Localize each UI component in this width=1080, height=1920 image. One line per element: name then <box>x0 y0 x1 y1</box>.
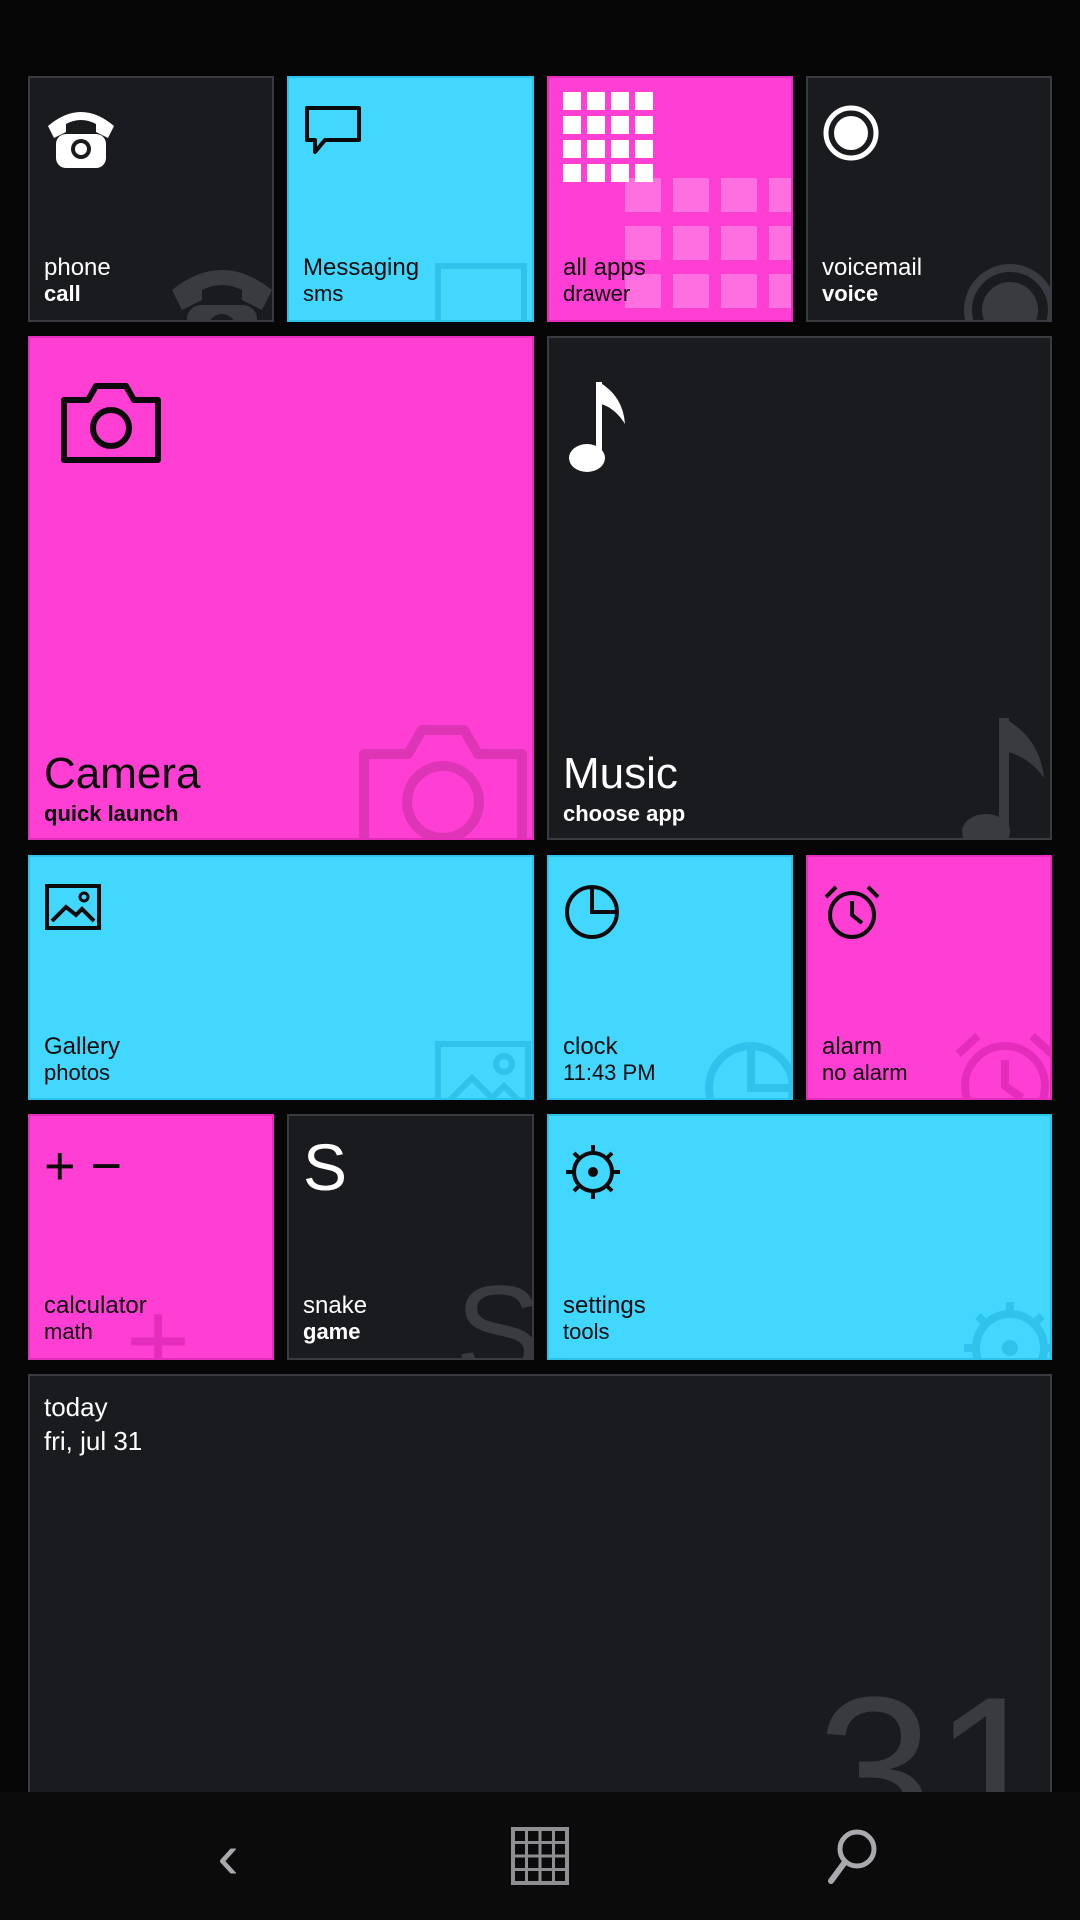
clock-tile[interactable]: clock 11:43 PM <box>547 855 793 1100</box>
gear-icon <box>566 1145 620 1199</box>
phone-bg-icon <box>172 270 272 320</box>
home-button[interactable] <box>498 1814 582 1898</box>
messaging-bg-icon <box>435 263 527 320</box>
voicemail-icon <box>823 105 879 161</box>
clock-time: 11:43 PM <box>563 1060 656 1085</box>
grid-icon <box>563 92 653 182</box>
gallery-bg-icon <box>435 1041 531 1098</box>
snake-bg-glyph: S <box>455 1258 534 1360</box>
calculator-icon: + − <box>44 1136 123 1196</box>
camera-subtitle: quick launch <box>44 801 179 826</box>
alarm-title: alarm <box>822 1033 883 1060</box>
music-bg-icon <box>962 718 1044 838</box>
message-icon <box>305 106 361 154</box>
calculator-title: calculator <box>44 1292 147 1319</box>
calculator-bg-glyph: + − <box>126 1279 191 1360</box>
camera-bg-icon <box>359 725 527 838</box>
snake-title: snake <box>303 1292 368 1319</box>
phone-title: phone <box>44 254 111 281</box>
calculator-tile[interactable]: + − + − calculator math <box>28 1114 274 1360</box>
today-title: today <box>44 1392 108 1422</box>
back-button[interactable]: ‹ <box>186 1814 270 1898</box>
all-apps-subtitle: drawer <box>563 281 631 306</box>
settings-bg-icon <box>964 1302 1050 1358</box>
snake-subtitle: game <box>303 1319 361 1344</box>
clock-title: clock <box>563 1033 618 1060</box>
messaging-title: Messaging <box>303 254 420 281</box>
search-icon <box>828 1829 877 1884</box>
music-tile[interactable]: Music choose app <box>547 336 1052 840</box>
alarm-clock-icon <box>824 885 880 939</box>
phone-subtitle: call <box>44 281 81 306</box>
gallery-title: Gallery <box>44 1033 121 1060</box>
all-apps-title: all apps <box>563 254 646 281</box>
search-button[interactable] <box>810 1814 894 1898</box>
clock-bg-icon <box>705 1042 791 1098</box>
today-date: fri, jul 31 <box>44 1426 143 1456</box>
picture-icon <box>45 884 101 930</box>
navigation-bar: ‹ <box>0 1792 1080 1920</box>
camera-title: Camera <box>44 749 201 798</box>
alarm-bg-icon <box>955 1033 1050 1098</box>
phone-tile[interactable]: phone call <box>28 76 274 322</box>
camera-icon <box>61 383 161 463</box>
calculator-subtitle: math <box>44 1319 93 1344</box>
messaging-tile[interactable]: Messaging sms <box>287 76 534 322</box>
grid-icon <box>511 1827 569 1885</box>
alarm-tile[interactable]: alarm no alarm <box>806 855 1052 1100</box>
messaging-subtitle: sms <box>303 281 344 306</box>
alarm-subtitle: no alarm <box>822 1060 908 1085</box>
music-subtitle: choose app <box>563 801 686 826</box>
voicemail-subtitle: voice <box>822 281 879 306</box>
voicemail-tile[interactable]: voicemail voice <box>806 76 1052 322</box>
all-apps-tile[interactable]: all apps drawer <box>547 76 793 322</box>
music-title: Music <box>563 749 678 798</box>
clock-icon <box>565 885 619 939</box>
settings-tile[interactable]: settings tools <box>547 1114 1052 1360</box>
music-note-icon <box>569 382 625 472</box>
all-apps-bg-grid <box>625 178 791 308</box>
settings-title: settings <box>563 1292 646 1319</box>
snake-icon: S <box>303 1130 348 1204</box>
gallery-tile[interactable]: Gallery photos <box>28 855 534 1100</box>
back-icon: ‹ <box>217 1820 239 1892</box>
voicemail-bg-icon <box>964 264 1050 320</box>
camera-tile[interactable]: Camera quick launch <box>28 336 534 840</box>
snake-tile[interactable]: S S snake game <box>287 1114 534 1360</box>
gallery-subtitle: photos <box>44 1060 111 1085</box>
voicemail-title: voicemail <box>822 254 923 281</box>
today-tile[interactable]: 31 today fri, jul 31 <box>28 1374 1052 1834</box>
settings-subtitle: tools <box>563 1319 610 1344</box>
phone-icon <box>48 112 114 168</box>
